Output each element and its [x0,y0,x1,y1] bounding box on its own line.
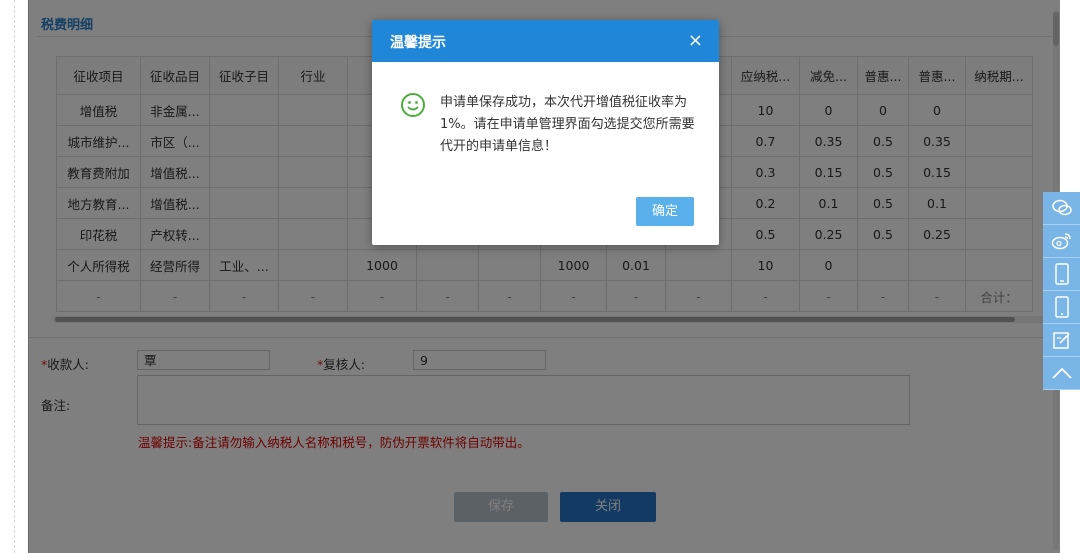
side-toolbar [1043,192,1080,390]
tablet-icon[interactable] [1043,291,1080,324]
smiley-icon [401,93,425,117]
close-icon[interactable]: × [688,30,703,51]
notice-dialog: 温馨提示 × 申请单保存成功，本次代开增值税征收率为1%。请在申请单管理界面勾选… [372,20,719,245]
dialog-message: 申请单保存成功，本次代开增值税征收率为1%。请在申请单管理界面勾选提交您所需要代… [440,95,695,154]
edit-note-icon[interactable] [1043,324,1080,357]
left-gutter [0,0,15,553]
chevron-up-icon[interactable] [1043,357,1080,390]
dialog-title: 温馨提示 [390,35,446,51]
dialog-header: 温馨提示 × [372,20,719,62]
weibo-icon[interactable] [1043,225,1080,258]
ok-button[interactable]: 确定 [636,197,694,226]
chat-bubbles-icon[interactable] [1043,192,1080,225]
mobile-icon[interactable] [1043,258,1080,291]
